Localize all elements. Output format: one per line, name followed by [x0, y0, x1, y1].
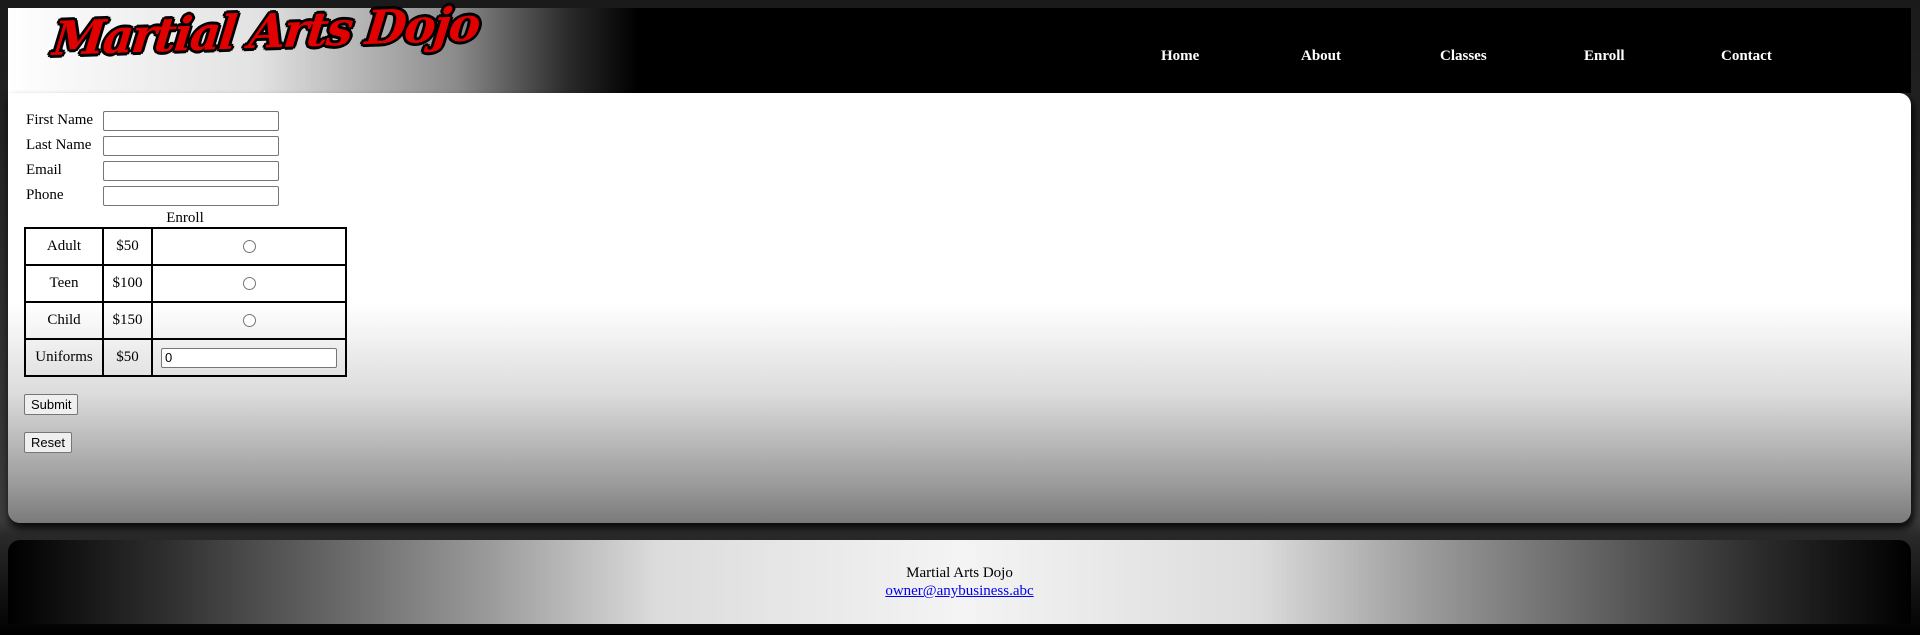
option-price: $50	[103, 228, 152, 265]
option-name: Child	[25, 302, 103, 339]
page: Martial Arts Dojo Home About Classes Enr…	[0, 0, 1920, 635]
nav-classes[interactable]: Classes	[1440, 48, 1487, 65]
footer-email: owner@anybusiness.abc	[8, 583, 1911, 600]
option-radio-cell	[152, 265, 346, 302]
enroll-table: Adult $50 Teen $100 Child $150 Uniforms …	[24, 227, 347, 377]
reset-button[interactable]: Reset	[24, 432, 72, 453]
footer: Martial Arts Dojo owner@anybusiness.abc	[8, 540, 1911, 624]
last-name-input[interactable]	[103, 136, 279, 156]
first-name-label: First Name	[26, 112, 94, 128]
table-row: Adult $50	[25, 228, 346, 265]
option-name: Adult	[25, 228, 103, 265]
header: Martial Arts Dojo Home About Classes Enr…	[8, 0, 1911, 93]
submit-button[interactable]: Submit	[24, 394, 79, 415]
nav-contact[interactable]: Contact	[1721, 48, 1772, 65]
uniforms-quantity-cell	[152, 339, 346, 376]
uniforms-quantity-input[interactable]	[161, 347, 337, 368]
option-radio-cell	[152, 302, 346, 339]
table-row: Teen $100	[25, 265, 346, 302]
option-price: $150	[103, 302, 152, 339]
footer-business-name: Martial Arts Dojo	[906, 565, 1013, 581]
table-row: Child $150	[25, 302, 346, 339]
phone-label: Phone	[26, 187, 64, 203]
site-logo[interactable]: Martial Arts Dojo	[50, 0, 481, 67]
email-label: Email	[26, 162, 62, 178]
email-input[interactable]	[103, 161, 279, 181]
child-radio[interactable]	[242, 314, 256, 328]
uniforms-name: Uniforms	[25, 339, 103, 376]
nav-home[interactable]: Home	[1161, 48, 1199, 65]
last-name-label: Last Name	[26, 137, 92, 153]
first-name-input[interactable]	[103, 111, 279, 131]
nav-about[interactable]: About	[1301, 48, 1341, 65]
nav-enroll[interactable]: Enroll	[1584, 48, 1625, 65]
enroll-caption: Enroll	[166, 210, 204, 226]
teen-radio[interactable]	[242, 277, 256, 291]
table-row: Uniforms $50	[25, 339, 346, 376]
option-radio-cell	[152, 228, 346, 265]
adult-radio[interactable]	[242, 240, 256, 254]
option-price: $100	[103, 265, 152, 302]
main-content: First Name Last Name Email Phone Enroll …	[8, 93, 1911, 523]
phone-input[interactable]	[103, 186, 279, 206]
option-name: Teen	[25, 265, 103, 302]
footer-email-link[interactable]: owner@anybusiness.abc	[885, 583, 1033, 599]
uniforms-price: $50	[103, 339, 152, 376]
